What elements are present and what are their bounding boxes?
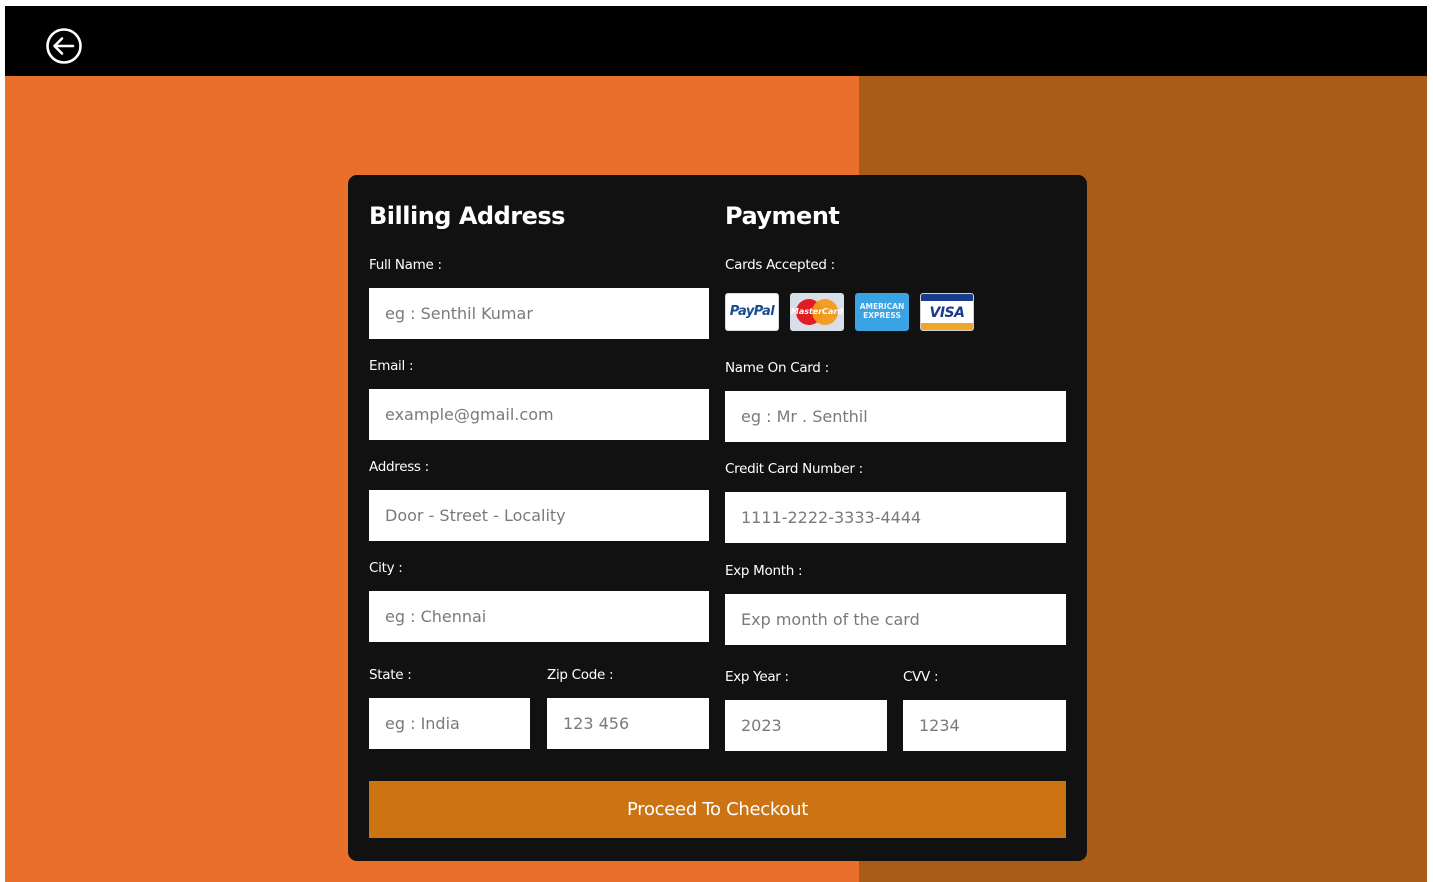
- exp-year-label: Exp Year :: [725, 669, 789, 685]
- zip-code-input[interactable]: [547, 698, 709, 749]
- cards-accepted-label: Cards Accepted :: [725, 257, 835, 273]
- cvv-input[interactable]: [903, 700, 1066, 751]
- email-label: Email :: [369, 358, 414, 374]
- paypal-icon: PayPal: [725, 293, 779, 331]
- full-name-label: Full Name :: [369, 257, 442, 273]
- state-label: State :: [369, 667, 412, 683]
- email-input[interactable]: [369, 389, 709, 440]
- page-frame: Billing Address Full Name : Email : Addr…: [5, 6, 1427, 882]
- name-on-card-input[interactable]: [725, 391, 1066, 442]
- proceed-to-checkout-button[interactable]: Proceed To Checkout: [369, 781, 1066, 838]
- visa-logo-text: VISA: [929, 305, 965, 321]
- payment-title: Payment: [725, 202, 840, 230]
- top-bar: [5, 6, 1427, 76]
- arrow-left-circle-icon: [46, 28, 82, 64]
- cvv-label: CVV :: [903, 669, 939, 685]
- amex-logo-text: AMERICAN EXPRESS: [859, 302, 905, 320]
- checkout-form: Billing Address Full Name : Email : Addr…: [348, 175, 1087, 861]
- name-on-card-label: Name On Card :: [725, 360, 829, 376]
- address-label: Address :: [369, 459, 429, 475]
- billing-title: Billing Address: [369, 202, 565, 230]
- paypal-logo-text: PayPal: [729, 304, 775, 319]
- card-number-label: Credit Card Number :: [725, 461, 863, 477]
- exp-month-input[interactable]: [725, 594, 1066, 645]
- exp-month-label: Exp Month :: [725, 563, 803, 579]
- mastercard-logo-text: MasterCard: [790, 307, 844, 316]
- visa-icon: VISA: [920, 293, 974, 331]
- city-input[interactable]: [369, 591, 709, 642]
- card-number-input[interactable]: [725, 492, 1066, 543]
- exp-year-input[interactable]: [725, 700, 887, 751]
- state-input[interactable]: [369, 698, 530, 749]
- cards-accepted-list: PayPal MasterCard AMERICAN EXPRESS VISA: [725, 293, 974, 331]
- mastercard-icon: MasterCard: [790, 293, 844, 331]
- zip-code-label: Zip Code :: [547, 667, 614, 683]
- amex-icon: AMERICAN EXPRESS: [855, 293, 909, 331]
- address-input[interactable]: [369, 490, 709, 541]
- full-name-input[interactable]: [369, 288, 709, 339]
- back-button[interactable]: [45, 27, 83, 65]
- city-label: City :: [369, 560, 403, 576]
